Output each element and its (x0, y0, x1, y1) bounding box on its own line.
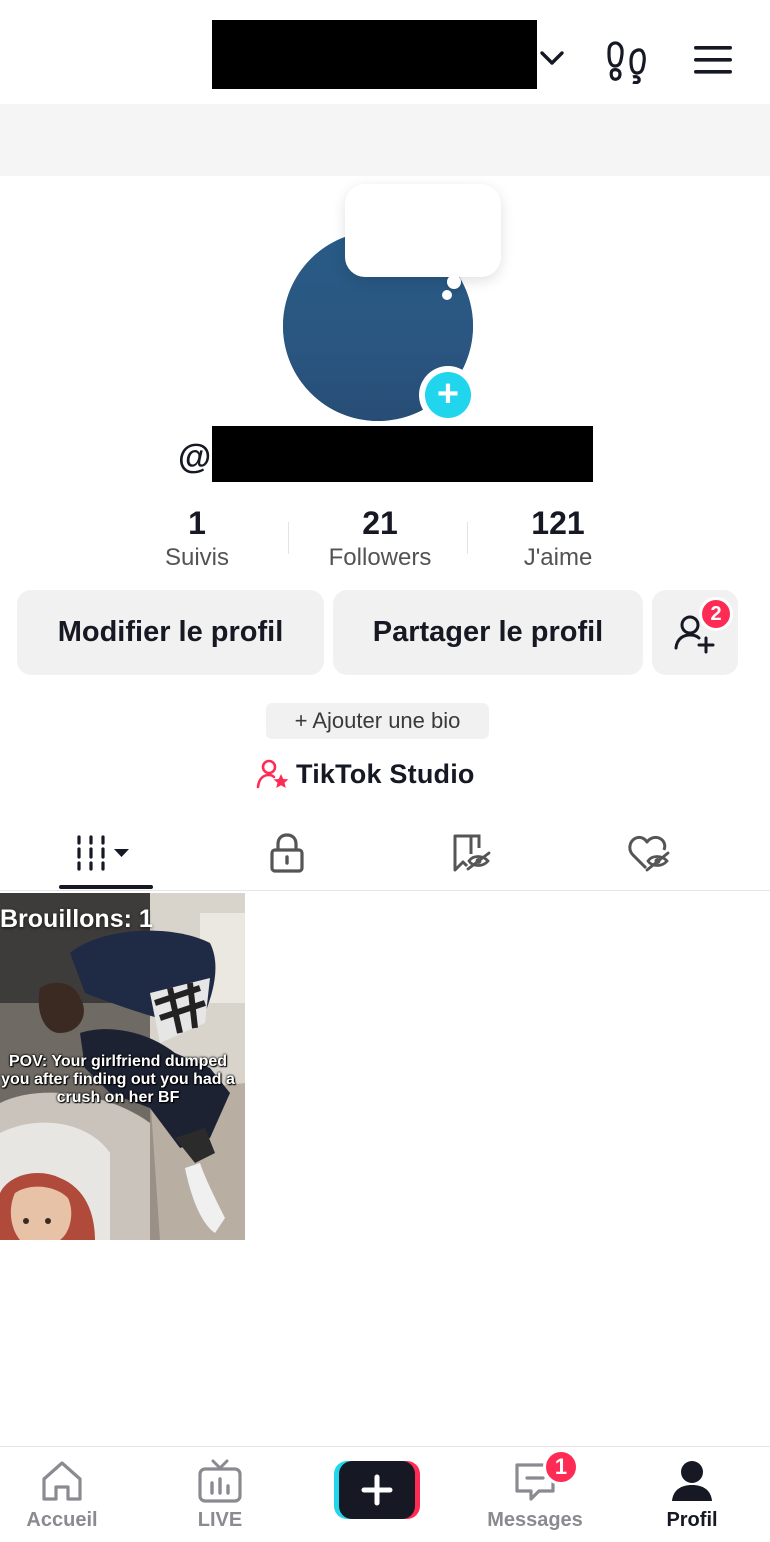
note-bubble-tail (447, 275, 461, 289)
top-bar (0, 0, 770, 104)
nav-live[interactable]: LIVE (155, 1447, 285, 1542)
tab-liked[interactable] (574, 815, 724, 891)
edit-profile-button[interactable]: Modifier le profil (17, 590, 324, 675)
stat-label: Followers (328, 544, 432, 571)
divider (288, 522, 289, 554)
nav-live-label: LIVE (197, 1509, 243, 1531)
friend-requests-badge: 2 (699, 597, 733, 631)
stat-label: J'aime (523, 544, 593, 571)
create-button[interactable] (334, 1461, 420, 1519)
stat-likes[interactable]: 121 J'aime (473, 504, 643, 572)
bookmark-hidden-icon (453, 834, 491, 872)
stat-value: 121 (531, 505, 585, 541)
profile-icon (672, 1461, 712, 1501)
tiktok-studio-link[interactable]: TikTok Studio (256, 756, 475, 792)
profile-page: + @ 1 Suivis 21 Followers 121 J'aime Mod… (0, 0, 770, 1542)
stat-label: Suivis (164, 544, 230, 571)
plus-icon: + (425, 372, 471, 418)
lock-icon (270, 833, 304, 873)
username-prefix: @ (178, 438, 212, 476)
home-icon (42, 1461, 82, 1501)
nav-home-label: Accueil (26, 1509, 98, 1531)
content-tabs (0, 815, 770, 891)
divider (467, 522, 468, 554)
nav-messages-label: Messages (487, 1509, 583, 1531)
redacted-username (212, 426, 593, 482)
footprint-icon[interactable] (602, 36, 650, 84)
hamburger-menu-icon[interactable] (690, 40, 736, 80)
note-bubble-dot (442, 290, 452, 300)
messages-badge: 1 (543, 1449, 579, 1485)
nav-profile-label: Profil (666, 1509, 718, 1531)
chevron-down-icon[interactable] (536, 42, 568, 74)
active-tab-indicator (59, 885, 153, 889)
stat-followers[interactable]: 21 Followers (295, 504, 465, 572)
grid-icon (77, 835, 129, 871)
creator-star-icon (256, 759, 289, 789)
draft-caption: POV: Your girlfriend dumped you after fi… (1, 1053, 235, 1106)
tiktok-studio-label: TikTok Studio (296, 758, 475, 789)
add-bio-button[interactable]: + Ajouter une bio (266, 703, 489, 739)
share-profile-button[interactable]: Partager le profil (333, 590, 643, 675)
tab-private[interactable] (212, 815, 362, 891)
heart-hidden-icon (628, 835, 670, 872)
drafts-count-label: Brouillons: 1 (0, 905, 153, 933)
stat-following[interactable]: 1 Suivis (112, 504, 282, 572)
banner-area (0, 104, 770, 176)
stat-value: 1 (188, 505, 206, 541)
stat-value: 21 (362, 505, 398, 541)
add-story-button[interactable]: + (419, 366, 477, 424)
note-bubble[interactable] (345, 184, 501, 277)
redacted-account-name[interactable] (212, 20, 537, 89)
nav-profile[interactable]: Profil (627, 1447, 757, 1542)
tab-videos[interactable] (31, 815, 181, 891)
live-tv-icon (198, 1459, 242, 1503)
tab-favorites[interactable] (396, 815, 546, 891)
nav-home[interactable]: Accueil (0, 1447, 127, 1542)
nav-messages[interactable]: Messages (470, 1447, 600, 1542)
